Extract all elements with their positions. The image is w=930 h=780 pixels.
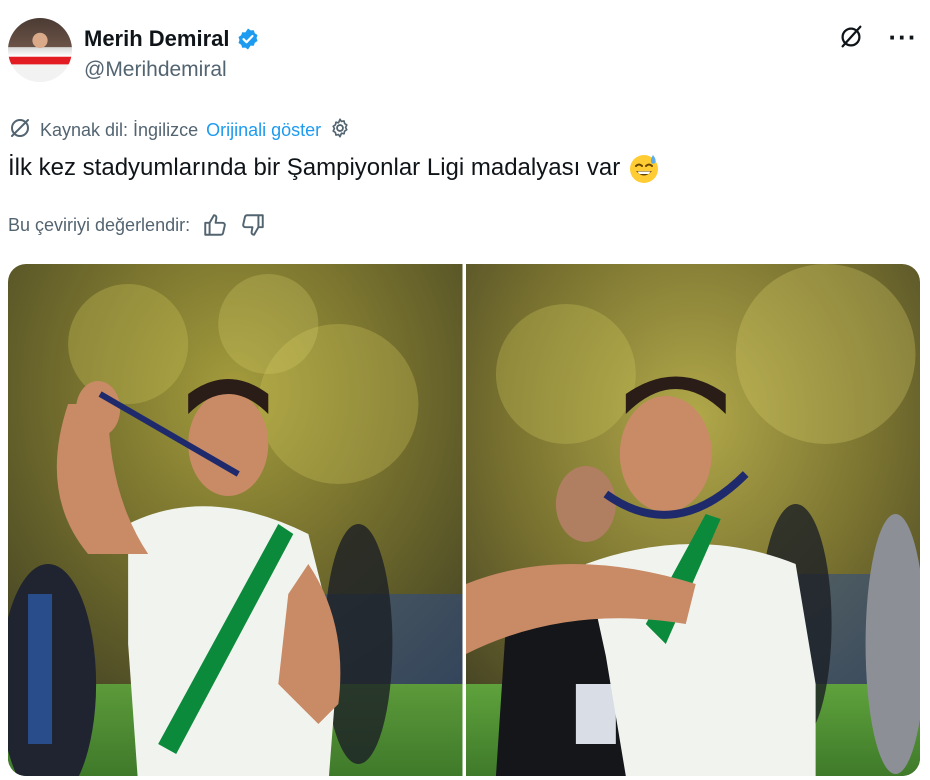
tweet-text-row: İlk kez stadyumlarında bir Şampiyonlar L…: [8, 152, 660, 184]
rate-translation-label: Bu çeviriyi değerlendir:: [8, 214, 191, 235]
tweet-text: İlk kez stadyumlarında bir Şampiyonlar L…: [8, 154, 621, 181]
grok-icon[interactable]: [836, 22, 866, 52]
author-name-row[interactable]: Merih Demiral: [84, 26, 260, 52]
more-options-icon[interactable]: ···: [888, 22, 918, 52]
verified-badge-icon: [236, 27, 260, 51]
photo-2[interactable]: [465, 264, 920, 776]
thumbs-down-icon[interactable]: [240, 212, 266, 238]
settings-gear-icon[interactable]: [329, 117, 351, 144]
author-handle[interactable]: @Merihdemiral: [84, 58, 227, 82]
grinning-sweat-emoji-icon: [628, 152, 660, 184]
author-display-name[interactable]: Merih Demiral: [84, 26, 230, 52]
photo-1[interactable]: [8, 264, 463, 776]
show-original-link[interactable]: Orijinali göster: [206, 120, 321, 141]
translation-bar: Kaynak dil: İngilizce Orijinali göster: [8, 116, 351, 145]
rate-translation-row: Bu çeviriyi değerlendir:: [8, 212, 266, 238]
translate-icon: [8, 116, 32, 145]
media-gallery: [8, 264, 920, 776]
thumbs-up-icon[interactable]: [202, 212, 228, 238]
author-avatar[interactable]: [8, 18, 72, 82]
source-language-label: Kaynak dil: İngilizce: [40, 120, 199, 140]
